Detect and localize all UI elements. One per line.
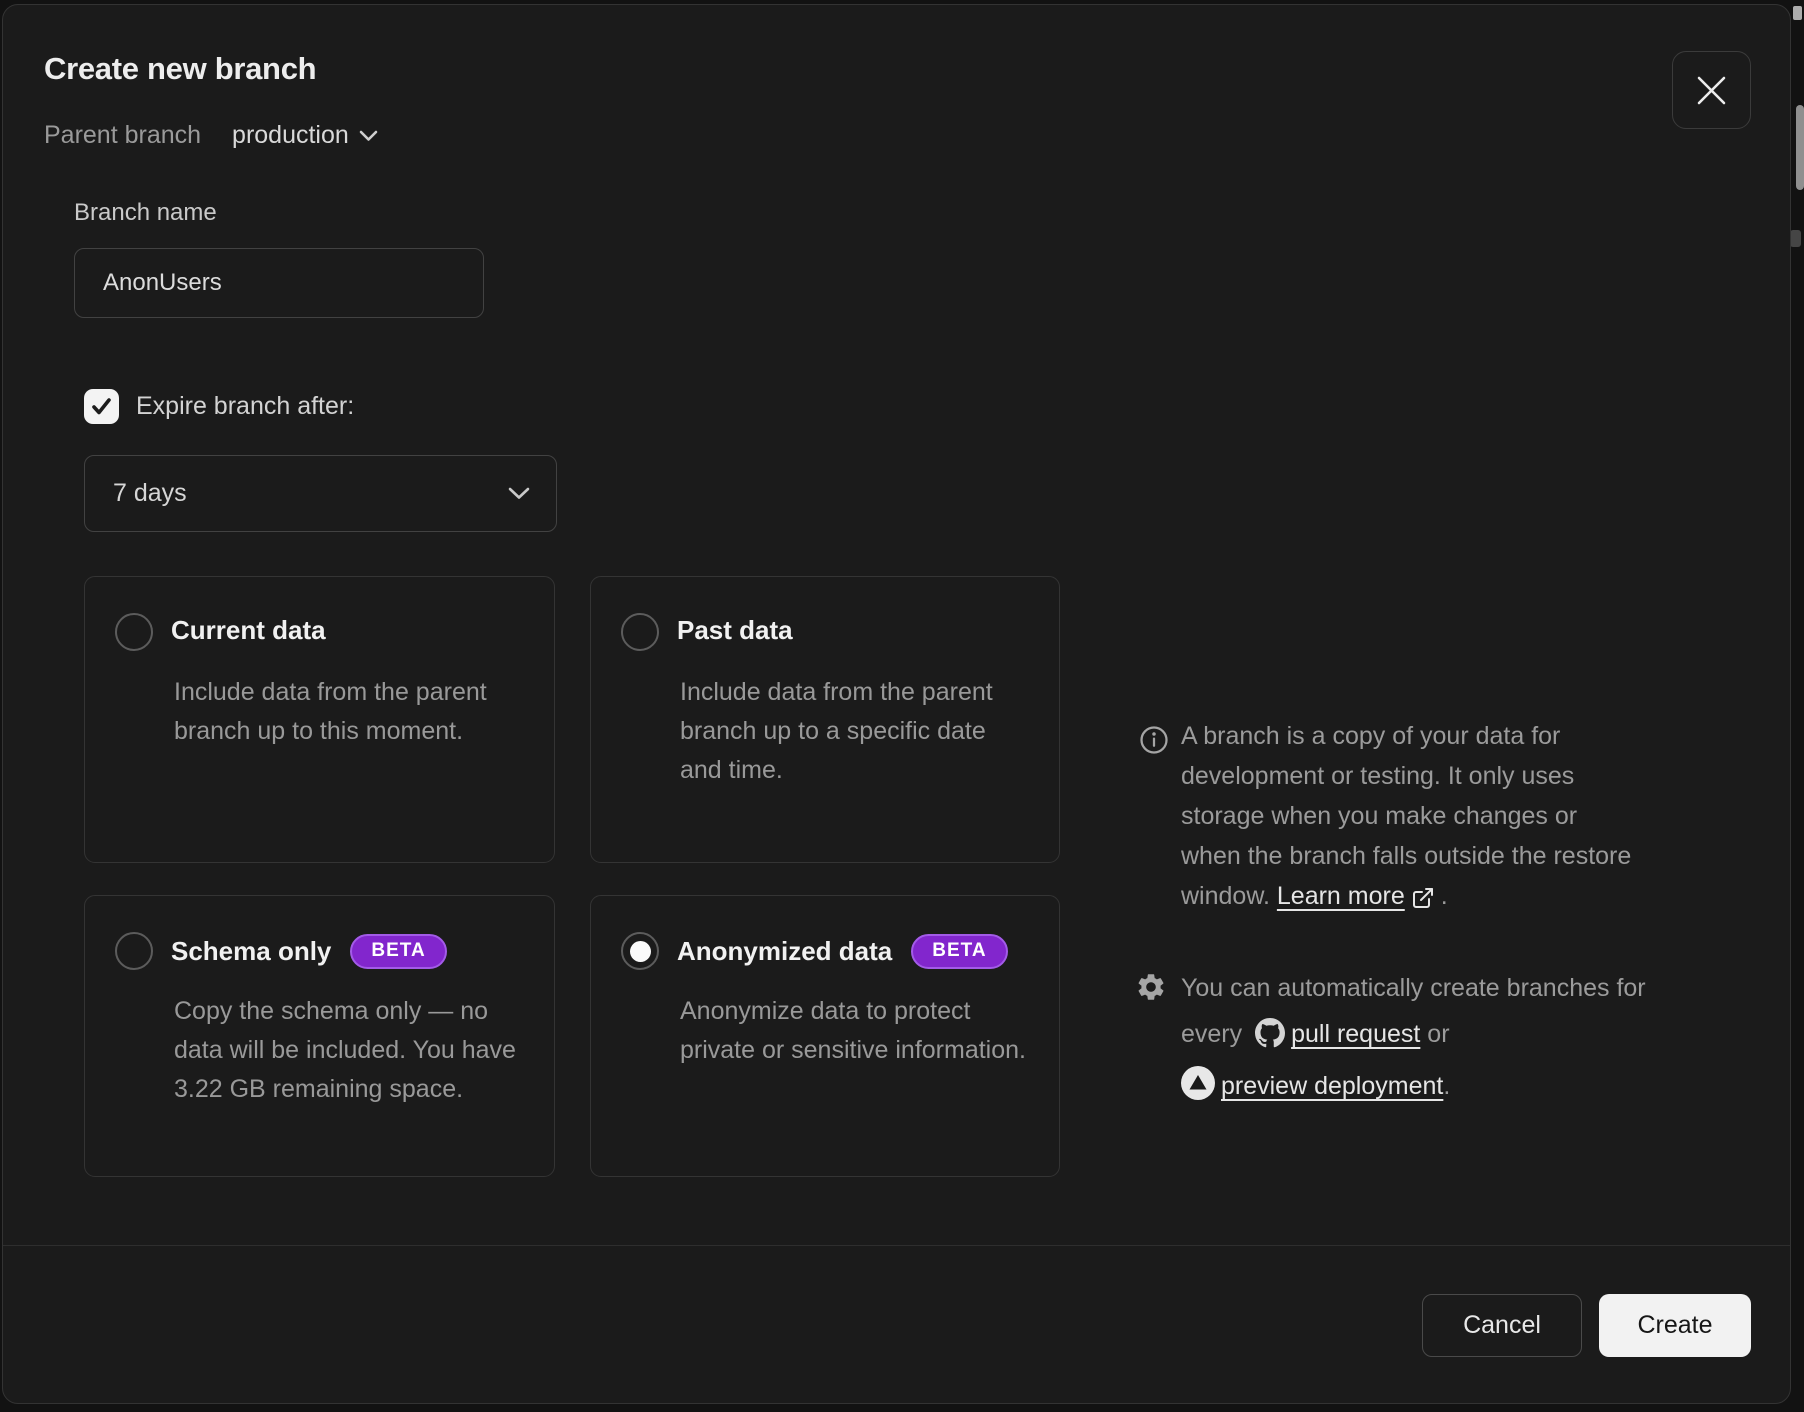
radio-unselected-icon[interactable] [621, 613, 659, 651]
beta-badge: BETA [350, 934, 446, 969]
option-card-anonymized-data[interactable]: Anonymized data BETA Anonymize data to p… [590, 895, 1060, 1177]
parent-branch-select[interactable]: production [232, 121, 378, 150]
branch-info-body: A branch is a copy of your data for deve… [1181, 722, 1631, 910]
parent-branch-row: Parent branch production [44, 121, 378, 150]
vercel-icon [1181, 1066, 1215, 1115]
close-icon [1695, 74, 1728, 107]
branch-info-suffix: . [1441, 882, 1448, 910]
footer-divider [3, 1245, 1790, 1246]
page-behind-fragment [1793, 6, 1802, 20]
option-card-schema-only[interactable]: Schema only BETA Copy the schema only — … [84, 895, 555, 1177]
option-title: Past data [677, 615, 793, 646]
page-behind-fragment [1790, 230, 1801, 247]
learn-more-link[interactable]: Learn more [1277, 882, 1405, 910]
expire-checkbox-label: Expire branch after: [136, 392, 354, 421]
checkbox-check-icon [90, 395, 113, 418]
option-description: Include data from the parent branch up t… [174, 673, 526, 751]
branch-info-text: A branch is a copy of your data for deve… [1181, 716, 1639, 922]
option-title: Current data [171, 615, 326, 646]
dialog-title: Create new branch [44, 51, 316, 87]
radio-unselected-icon[interactable] [115, 932, 153, 970]
gear-icon [1135, 971, 1167, 1008]
create-button[interactable]: Create [1599, 1294, 1751, 1357]
expire-duration-value: 7 days [113, 479, 187, 508]
radio-selected-icon[interactable] [621, 932, 659, 970]
option-description: Copy the schema only — no data will be i… [174, 992, 526, 1109]
create-branch-dialog: Create new branch Parent branch producti… [2, 4, 1791, 1404]
automation-suffix: . [1443, 1072, 1450, 1100]
option-title: Schema only [171, 936, 331, 967]
expire-branch-row: Expire branch after: [84, 389, 354, 424]
cancel-button[interactable]: Cancel [1422, 1294, 1582, 1357]
option-title: Anonymized data [677, 936, 892, 967]
automation-middle: or [1427, 1020, 1449, 1048]
beta-badge: BETA [911, 934, 1007, 969]
expire-checkbox[interactable] [84, 389, 119, 424]
expire-duration-select[interactable]: 7 days [84, 455, 557, 532]
radio-unselected-icon[interactable] [115, 613, 153, 651]
close-button[interactable] [1672, 51, 1751, 129]
branch-name-input[interactable] [74, 248, 484, 318]
github-icon [1255, 1017, 1285, 1063]
preview-deployment-link[interactable]: preview deployment [1221, 1072, 1443, 1100]
page-scrollbar-thumb[interactable] [1796, 105, 1804, 190]
option-description: Anonymize data to protect private or sen… [680, 992, 1032, 1070]
option-description: Include data from the parent branch up t… [680, 673, 1032, 790]
pull-request-link[interactable]: pull request [1291, 1020, 1420, 1048]
parent-branch-label: Parent branch [44, 121, 201, 150]
automation-info-text: You can automatically create branches fo… [1181, 965, 1691, 1115]
chevron-down-icon [359, 130, 378, 142]
external-link-icon [1411, 882, 1435, 922]
option-card-past-data[interactable]: Past data Include data from the parent b… [590, 576, 1060, 863]
info-icon [1139, 725, 1169, 760]
parent-branch-value: production [232, 121, 349, 150]
branch-name-label: Branch name [74, 199, 217, 227]
chevron-down-icon [508, 487, 530, 500]
option-card-current-data[interactable]: Current data Include data from the paren… [84, 576, 555, 863]
